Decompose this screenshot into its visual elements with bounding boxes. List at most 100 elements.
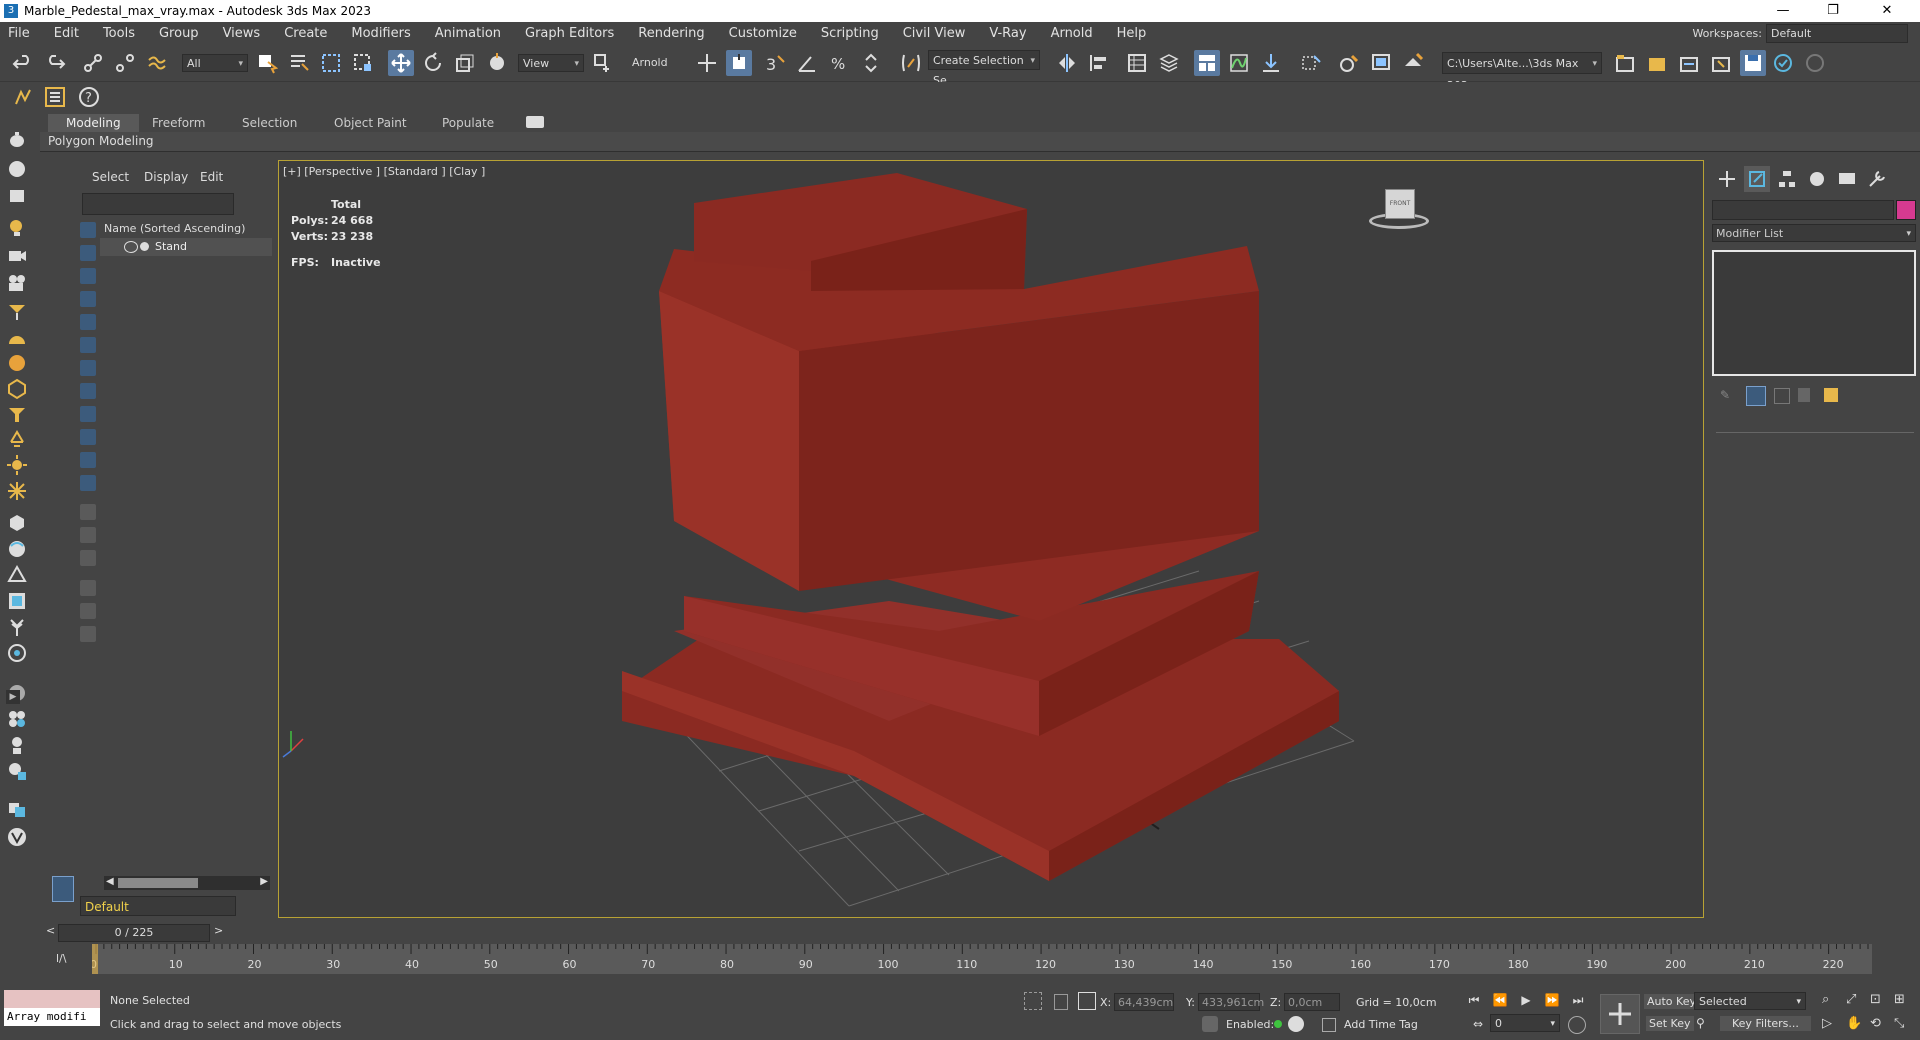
camera-create-icon[interactable] xyxy=(6,244,28,266)
timeline-track[interactable]: 0102030405060708090100110120130140150160… xyxy=(90,944,1872,974)
project-path-dropdown[interactable]: C:\Users\Alte...\3ds Max 202 xyxy=(1442,52,1602,92)
scroll-right-icon[interactable]: ▶ xyxy=(260,876,268,887)
menu-graph-editors[interactable]: Graph Editors xyxy=(525,26,614,41)
display-invert-icon[interactable] xyxy=(80,550,96,566)
teapot-icon[interactable] xyxy=(6,128,28,150)
link-icon[interactable] xyxy=(80,50,106,76)
rotate-icon[interactable] xyxy=(420,50,446,76)
vray-dome-icon[interactable] xyxy=(6,328,28,350)
selection-filter-dropdown[interactable]: All xyxy=(182,54,248,73)
unlink-icon[interactable] xyxy=(112,50,138,76)
display-layers-icon[interactable] xyxy=(6,798,28,820)
arnold-label[interactable]: Arnold xyxy=(632,56,668,69)
motion-tab-icon[interactable] xyxy=(1804,166,1830,192)
close-button[interactable]: ✕ xyxy=(1864,0,1910,22)
modify-tab-icon[interactable] xyxy=(1744,166,1770,192)
mini-curve-editor-icon[interactable]: l/\ xyxy=(46,946,90,974)
vray-proxy-icon[interactable] xyxy=(6,512,28,534)
configure-sets-icon[interactable] xyxy=(1824,388,1838,402)
add-time-tag-icon[interactable] xyxy=(1322,1018,1336,1032)
select-manipulate-icon[interactable] xyxy=(694,50,720,76)
scene-item-stand[interactable]: Stand xyxy=(100,238,272,256)
align-icon[interactable] xyxy=(1086,50,1112,76)
name-column-header[interactable]: Name (Sorted Ascending) xyxy=(104,222,245,235)
window-crossing-icon[interactable] xyxy=(350,50,376,76)
layer-explorer-icon[interactable] xyxy=(1156,50,1182,76)
material-layer-icon[interactable] xyxy=(6,760,28,782)
menu-group[interactable]: Group xyxy=(159,26,199,41)
ribbon-options-icon[interactable] xyxy=(526,116,544,128)
vray-sphere-icon[interactable] xyxy=(6,538,28,560)
menu-scripting[interactable]: Scripting xyxy=(821,26,879,41)
tab-populate[interactable]: Populate xyxy=(424,114,512,132)
material-editor-icon[interactable] xyxy=(1298,50,1324,76)
container-explorer-icon[interactable] xyxy=(10,84,36,110)
light-create-icon[interactable] xyxy=(6,216,28,238)
viewcube-icon[interactable]: FRONT xyxy=(1367,187,1431,235)
visibility-eye-icon[interactable] xyxy=(124,241,138,253)
strip-expand-icon[interactable]: ▶ xyxy=(6,690,20,704)
maxscript-listener[interactable]: Array modifi xyxy=(4,990,100,1028)
horizontal-scrollbar[interactable]: ◀ ▶ xyxy=(104,876,270,890)
display-geometry-icon[interactable] xyxy=(80,222,96,238)
adaptive-degradation-icon[interactable] xyxy=(1202,1016,1218,1032)
keyboard-shortcut-override-icon[interactable] xyxy=(726,50,752,76)
menu-edit[interactable]: Edit xyxy=(54,26,79,41)
utilities-tab-icon[interactable] xyxy=(1864,166,1890,192)
angle-snap-icon[interactable] xyxy=(794,50,820,76)
move-icon[interactable] xyxy=(388,50,414,76)
rect-selection-icon[interactable] xyxy=(318,50,344,76)
help-icon[interactable]: ? xyxy=(76,84,102,110)
rendered-frame-window-icon[interactable] xyxy=(1368,50,1394,76)
menu-tools[interactable]: Tools xyxy=(103,26,135,41)
absolute-mode-icon[interactable] xyxy=(1078,992,1096,1010)
menu-customize[interactable]: Customize xyxy=(729,26,797,41)
select-object-icon[interactable] xyxy=(254,50,280,76)
pan-icon[interactable]: ✋ xyxy=(1846,1016,1862,1031)
tab-object-paint[interactable]: Object Paint xyxy=(316,114,425,132)
time-next-icon[interactable]: > xyxy=(214,924,223,937)
mirror-icon[interactable] xyxy=(1054,50,1080,76)
current-frame-field[interactable]: 0 xyxy=(1490,1014,1560,1033)
curve-editor-icon[interactable] xyxy=(1226,50,1252,76)
set-project-icon[interactable] xyxy=(1708,50,1734,76)
menu-create[interactable]: Create xyxy=(284,26,327,41)
display-hidden-icon[interactable] xyxy=(80,475,96,491)
object-name-field[interactable] xyxy=(1712,200,1894,220)
isolate-selection-icon[interactable] xyxy=(1024,992,1042,1010)
play-icon[interactable]: ▶ xyxy=(1518,992,1534,1008)
maximize-viewport-icon[interactable]: ⤡ xyxy=(1894,1016,1904,1031)
display-groups-icon[interactable] xyxy=(80,360,96,376)
display-xrefs-icon[interactable] xyxy=(80,383,96,399)
vray-volume-icon[interactable] xyxy=(6,642,28,664)
prev-frame-icon[interactable]: ⏪ xyxy=(1492,992,1508,1008)
material-group-icon[interactable] xyxy=(6,708,28,730)
render-setup-icon[interactable] xyxy=(1336,50,1362,76)
make-unique-icon[interactable] xyxy=(1774,388,1790,404)
project-folder-icon[interactable] xyxy=(1644,50,1670,76)
maxscript-input[interactable]: Array modifi xyxy=(4,1008,100,1026)
time-cursor[interactable] xyxy=(92,944,98,974)
select-by-name-icon[interactable] xyxy=(286,50,312,76)
orbit-icon[interactable]: ⟲ xyxy=(1870,1016,1881,1031)
box-create-icon[interactable] xyxy=(6,184,28,206)
create-tab-icon[interactable] xyxy=(1714,166,1740,192)
set-key-button[interactable]: Set Key xyxy=(1646,1016,1694,1031)
character-icon[interactable] xyxy=(6,734,28,756)
hierarchy-tab-icon[interactable] xyxy=(1774,166,1800,192)
menu-file[interactable]: File xyxy=(8,26,30,41)
percent-snap-icon[interactable]: % xyxy=(826,50,852,76)
key-mode-icon[interactable]: ⇔ xyxy=(1470,1016,1486,1032)
minimize-button[interactable]: — xyxy=(1760,0,1806,22)
display-all-icon[interactable] xyxy=(80,504,96,520)
named-selection-dropdown[interactable]: Create Selection Se xyxy=(928,50,1040,87)
display-spacewarps-icon[interactable] xyxy=(80,337,96,353)
schematic-view-icon[interactable] xyxy=(1258,50,1284,76)
next-frame-icon[interactable]: ⏩ xyxy=(1544,992,1560,1008)
vray-clipper-icon[interactable] xyxy=(6,616,28,638)
menu-views[interactable]: Views xyxy=(223,26,261,41)
key-filter-icon[interactable]: ⚲ xyxy=(1696,1016,1712,1032)
scene-explorer-toggle-icon[interactable] xyxy=(1124,50,1150,76)
place-icon[interactable] xyxy=(484,50,510,76)
save-icon[interactable] xyxy=(1740,50,1766,76)
